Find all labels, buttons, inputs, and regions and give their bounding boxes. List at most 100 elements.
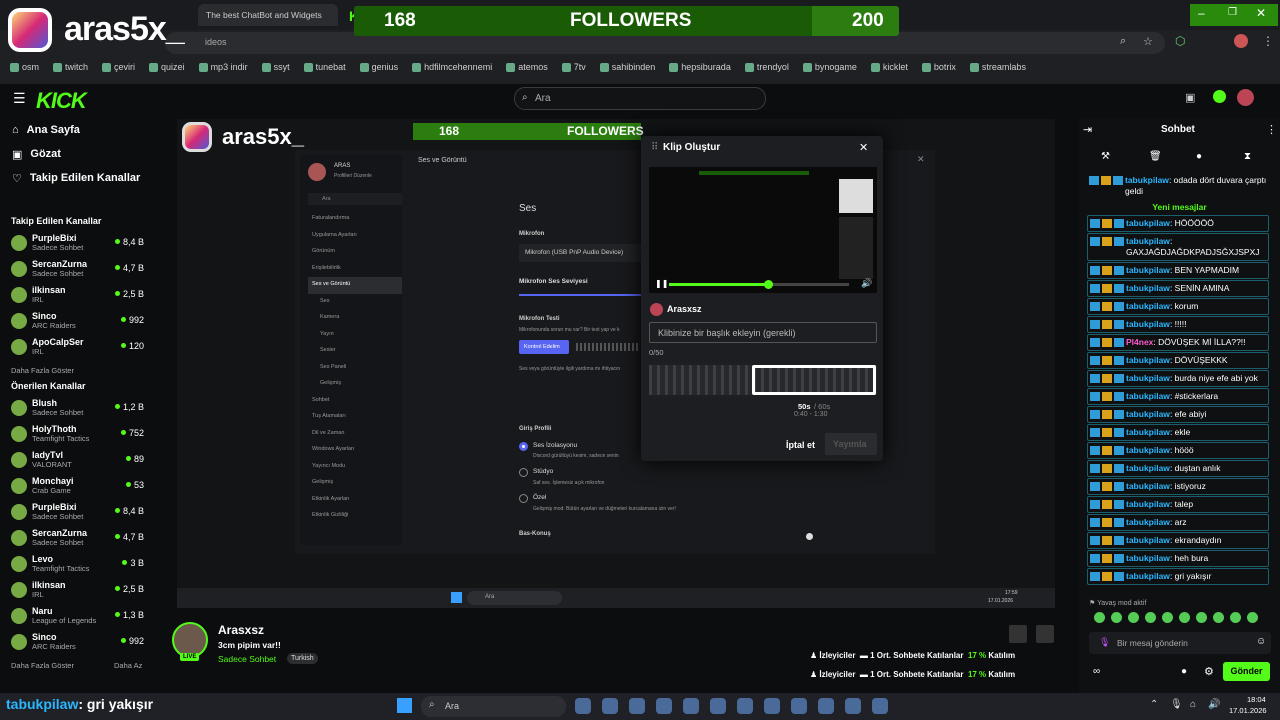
chat-username[interactable]: tabukpilaw (1126, 373, 1170, 383)
fullscreen-icon[interactable] (1036, 625, 1054, 643)
channel-item[interactable]: Sinco ARC Raiders 992 (0, 308, 152, 334)
clip-range-selection[interactable] (752, 365, 876, 395)
bookmark-item[interactable]: bynogame (802, 62, 857, 72)
clips-icon[interactable]: ▣ (1185, 91, 1195, 104)
emote-icon[interactable] (1196, 612, 1207, 623)
emote-icon[interactable] (1179, 612, 1190, 623)
chrome-icon[interactable] (845, 698, 861, 714)
emote-icon[interactable] (1094, 612, 1105, 623)
chat-username[interactable]: tabukpilaw (1126, 283, 1170, 293)
clip-preview[interactable]: ❚❚ 🔊 (649, 167, 877, 293)
channel-item[interactable]: SercanZurna Sadece Sohbet 4,7 B (0, 256, 152, 282)
discord-icon[interactable] (872, 698, 888, 714)
bookmark-item[interactable]: ssyt (261, 62, 290, 72)
mod-tool-icon[interactable]: ⚒ (1101, 151, 1110, 162)
bookmark-item[interactable]: hepsiburada (669, 62, 731, 72)
emote-icon[interactable] (1128, 612, 1139, 623)
stream-channel-name[interactable]: Arasxsz (218, 623, 264, 637)
edge-icon[interactable] (656, 698, 672, 714)
theater-mode-icon[interactable] (1009, 625, 1027, 643)
tray-volume-icon[interactable]: 🔊 (1208, 699, 1220, 710)
chat-username[interactable]: tabukpilaw (1126, 535, 1170, 545)
timer-icon[interactable]: ⧗ (1244, 151, 1251, 162)
hamburger-menu-icon[interactable]: ☰ (13, 90, 26, 107)
clip-title-input[interactable]: Klibinize bir başlık ekleyin (gerekli) (649, 322, 877, 343)
emote-icon[interactable] (1145, 612, 1156, 623)
bookmark-item[interactable]: sahibinden (599, 62, 655, 72)
star-icon[interactable]: ☆ (1143, 35, 1153, 48)
volume-icon[interactable]: 🔊 (861, 278, 872, 289)
channel-item[interactable]: PurpleBixi Sadece Sohbet 8,4 B (0, 230, 152, 256)
bookmark-item[interactable]: genius (359, 62, 398, 72)
clip-close-icon[interactable]: ✕ (859, 141, 868, 154)
channel-item[interactable]: Levo Teamfight Tactics 3 B (0, 551, 152, 577)
store-icon[interactable] (710, 698, 726, 714)
emoji-icon[interactable]: ☺ (1256, 636, 1266, 647)
channel-item[interactable]: Monchayi Crab Game 53 (0, 473, 152, 499)
chat-username[interactable]: tabukpilaw (1126, 463, 1170, 473)
extension-icon[interactable]: ⬡ (1175, 34, 1185, 48)
clip-range-slider[interactable] (649, 365, 877, 395)
file-explorer-icon[interactable] (683, 698, 699, 714)
edge-icon[interactable] (629, 698, 645, 714)
steam-icon[interactable] (764, 698, 780, 714)
clip-publish-button[interactable]: Yayımla (825, 433, 877, 455)
bookmark-item[interactable]: çeviri (102, 62, 135, 72)
stream-tag[interactable]: Turkish (287, 653, 318, 664)
bookmark-item[interactable]: botrix (921, 62, 956, 72)
kick-wallet-icon[interactable] (1213, 90, 1226, 103)
bookmark-item[interactable]: twitch (53, 62, 88, 72)
menu-dots-icon[interactable]: ⋮ (1262, 34, 1274, 48)
trash-icon[interactable]: 🗑 (1149, 151, 1162, 162)
pause-icon[interactable]: ❚❚ (655, 279, 668, 288)
channel-item[interactable]: ilkinsan IRL 2,5 B (0, 577, 152, 603)
emote-icon[interactable] (1230, 612, 1241, 623)
maximize-icon[interactable]: ❐ (1228, 7, 1237, 18)
windows-start-icon[interactable] (397, 698, 412, 713)
zoom-icon[interactable]: ⌕ (1120, 35, 1126, 48)
tray-mic-icon[interactable]: 🎙 (1170, 699, 1183, 710)
tray-network-icon[interactable]: ⌂ (1190, 699, 1196, 710)
collapse-chat-icon[interactable]: ⇥ (1083, 123, 1092, 136)
show-more-recommended-link[interactable]: Daha Fazla Göster (11, 661, 74, 670)
chat-menu-icon[interactable]: ⋮ (1266, 123, 1277, 136)
chat-options-icon[interactable]: ● (1181, 666, 1187, 677)
bookmark-item[interactable]: tunebat (303, 62, 346, 72)
settings-gear-icon[interactable]: ⚙ (1204, 665, 1214, 678)
channel-item[interactable]: ilkinsan IRL 2,5 B (0, 282, 152, 308)
emote-icon[interactable] (1111, 612, 1122, 623)
chat-input[interactable]: 🎙 Bir mesaj gönderin ☺ (1089, 632, 1271, 654)
chat-bubble-icon[interactable]: ● (1196, 151, 1202, 162)
channel-item[interactable]: PurpleBixi Sadece Sohbet 8,4 B (0, 499, 152, 525)
chat-username[interactable]: tabukpilaw (1126, 445, 1170, 455)
emote-icon[interactable] (1247, 612, 1258, 623)
bookmark-item[interactable]: quizei (149, 62, 185, 72)
chat-username[interactable]: tabukpilaw (1126, 319, 1170, 329)
chat-username[interactable]: tabukpilaw (1126, 553, 1170, 563)
send-button[interactable]: Gönder (1223, 662, 1270, 681)
kick-logo[interactable]: KICK (36, 88, 87, 114)
browser-tab[interactable]: The best ChatBot and Widgets (198, 4, 338, 26)
chat-username[interactable]: tabukpilaw (1126, 265, 1170, 275)
channel-item[interactable]: Naru League of Legends 1,3 B (0, 603, 152, 629)
nav-item[interactable]: ▣ Gözat (0, 142, 152, 166)
show-more-followed[interactable]: Daha Fazla Göster (0, 360, 152, 379)
taskbar-search[interactable]: ⌕ Ara (421, 696, 566, 717)
bookmark-item[interactable]: kicklet (870, 62, 908, 72)
profile-avatar[interactable] (1234, 34, 1248, 48)
tray-chevron-icon[interactable]: ⌃ (1150, 699, 1158, 710)
chat-username[interactable]: tabukpilaw (1126, 427, 1170, 437)
chat-username[interactable]: tabukpilaw (1126, 517, 1170, 527)
chat-username[interactable]: tabukpilaw (1126, 391, 1170, 401)
search-input[interactable]: ⌕ Ara (514, 87, 766, 110)
bookmark-item[interactable]: mp3 indir (198, 62, 248, 72)
spotify-icon[interactable] (818, 698, 834, 714)
show-less-link[interactable]: Daha Az (114, 661, 142, 670)
chat-username[interactable]: tabukpilaw (1126, 409, 1170, 419)
chat-username[interactable]: tabukpilaw (1126, 499, 1170, 509)
bookmark-item[interactable]: trendyol (744, 62, 789, 72)
bookmark-item[interactable]: atemos (506, 62, 548, 72)
channel-item[interactable]: HolyThoth Teamfight Tactics 752 (0, 421, 152, 447)
channel-item[interactable]: ApoCalpSer IRL 120 (0, 334, 152, 360)
chat-username[interactable]: tabukpilaw (1126, 481, 1170, 491)
